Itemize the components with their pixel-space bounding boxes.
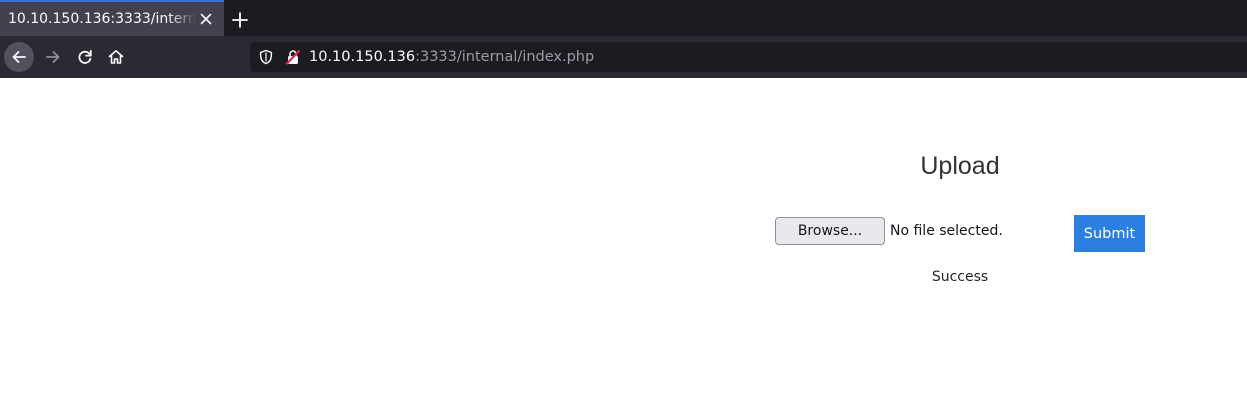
insecure-lock-icon[interactable] bbox=[285, 49, 301, 65]
arrow-right-icon[interactable] bbox=[38, 42, 68, 72]
file-selection-status: No file selected. bbox=[890, 223, 1003, 239]
active-tab[interactable]: 10.10.150.136:3333/internal/index.php bbox=[0, 0, 224, 36]
arrow-left-icon[interactable] bbox=[4, 42, 34, 72]
browser-chrome: 10.10.150.136:3333/internal/index.php bbox=[0, 0, 1247, 78]
tab-strip: 10.10.150.136:3333/internal/index.php bbox=[0, 0, 1247, 36]
upload-result-message: Success bbox=[931, 269, 989, 285]
reload-icon[interactable] bbox=[70, 42, 100, 72]
page-content: Upload Browse... No file selected. Submi… bbox=[0, 78, 1247, 408]
home-icon[interactable] bbox=[101, 42, 131, 72]
tab-active-indicator bbox=[0, 0, 224, 2]
url-text[interactable]: 10.10.150.136:3333/internal/index.php bbox=[309, 48, 594, 66]
submit-button[interactable]: Submit bbox=[1074, 215, 1145, 252]
shield-icon[interactable] bbox=[258, 49, 274, 65]
address-bar[interactable]: 10.10.150.136:3333/internal/index.php bbox=[250, 42, 1247, 72]
page-title: Upload bbox=[920, 152, 1000, 180]
plus-icon[interactable] bbox=[231, 11, 249, 29]
close-icon[interactable] bbox=[198, 11, 214, 27]
browse-button[interactable]: Browse... bbox=[775, 217, 885, 245]
url-host: 10.10.150.136 bbox=[309, 49, 416, 65]
tab-title: 10.10.150.136:3333/internal/index.php bbox=[8, 11, 196, 27]
navigation-toolbar: 10.10.150.136:3333/internal/index.php bbox=[0, 36, 1247, 78]
url-path: :3333/internal/index.php bbox=[415, 49, 595, 65]
